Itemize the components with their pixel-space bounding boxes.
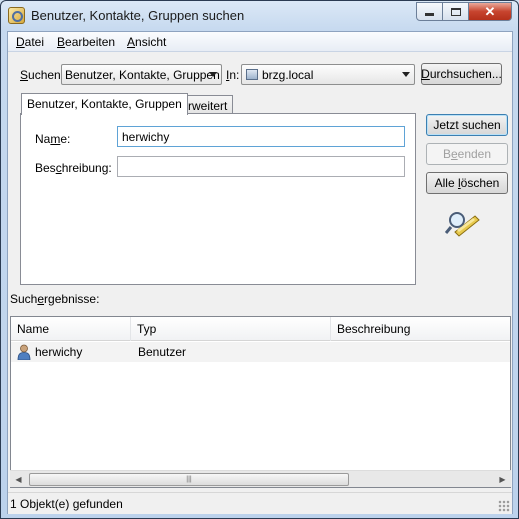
menu-ansicht-mnemonic: A <box>127 35 136 49</box>
name-label-part-2: e: <box>60 132 71 146</box>
maximize-button[interactable] <box>442 2 469 21</box>
scrollbar-thumb[interactable]: ||| <box>29 473 349 486</box>
minimize-icon <box>425 13 434 16</box>
title-bar[interactable]: Benutzer, Kontakte, Gruppen suchen ✕ <box>1 1 518 31</box>
menu-ansicht[interactable]: Ansicht <box>127 35 166 49</box>
column-header-description-label: Beschreibung <box>337 322 411 336</box>
domain-value: brzg.local <box>262 68 314 82</box>
menu-ansicht-label: nsicht <box>135 35 167 49</box>
column-header-description[interactable]: Beschreibung <box>331 317 510 341</box>
menu-datei[interactable]: Datei <box>16 35 44 49</box>
window-title: Benutzer, Kontakte, Gruppen suchen <box>31 8 245 23</box>
results-list[interactable]: Name Typ Beschreibung herwichy Benutzer <box>10 316 511 488</box>
close-button[interactable]: ✕ <box>468 2 512 21</box>
tab-panel: Name: Beschreibung: <box>20 113 416 285</box>
find-dialog-window: Benutzer, Kontakte, Gruppen suchen ✕ Dat… <box>0 0 519 519</box>
column-header-name[interactable]: Name <box>11 317 131 341</box>
scroll-left-arrow-icon[interactable]: ◀ <box>10 471 27 488</box>
results-label: Suchergebnisse: <box>10 292 99 306</box>
magnifier-search-icon <box>445 212 480 237</box>
row-type: Benutzer <box>138 345 187 359</box>
menu-bearbeiten[interactable]: Bearbeiten <box>57 35 115 49</box>
find-type-dropdown[interactable]: Benutzer, Kontakte, Gruppen <box>61 64 222 85</box>
search-now-button-label: Jetzt suchen <box>433 118 501 132</box>
table-row[interactable]: herwichy Benutzer <box>11 342 510 362</box>
user-icon <box>17 344 31 360</box>
horizontal-scrollbar[interactable]: ◀ ||| ▶ <box>10 470 511 487</box>
description-label: Beschreibung: <box>35 161 112 175</box>
menu-datei-label: atei <box>24 35 45 49</box>
name-label-part-1: Na <box>35 132 51 146</box>
browse-button-label: urchsuchen... <box>429 67 502 81</box>
in-label: In: <box>226 68 239 82</box>
status-text: 1 Objekt(e) gefunden <box>10 497 123 511</box>
scroll-right-arrow-icon[interactable]: ▶ <box>494 471 511 488</box>
find-type-value: Benutzer, Kontakte, Gruppen <box>65 68 220 82</box>
dialog-client-area: Datei Bearbeiten Ansicht Suchen: Benutze… <box>7 31 513 514</box>
resize-grip-icon[interactable] <box>498 500 510 512</box>
caption-buttons: ✕ <box>416 2 512 21</box>
description-input[interactable] <box>117 156 405 177</box>
menu-bearbeiten-mnemonic: B <box>57 35 66 49</box>
status-bar: 1 Objekt(e) gefunden <box>8 492 512 514</box>
results-label-part-1: Such <box>10 292 38 306</box>
find-type-label-mnemonic: S <box>20 68 29 82</box>
clear-all-button[interactable]: Alle l öschen <box>426 172 508 194</box>
minimize-button[interactable] <box>416 2 443 21</box>
results-column-header: Name Typ Beschreibung <box>11 317 510 341</box>
domain-dropdown[interactable]: brzg.local <box>241 64 415 85</box>
stop-button-label-1: B <box>442 147 451 161</box>
clear-all-button-label-1: Alle <box>434 176 458 190</box>
in-label-text: n: <box>229 68 240 82</box>
search-now-button[interactable]: Jetzt suchen <box>426 114 508 136</box>
stop-button-mnemonic: e <box>450 147 458 161</box>
chevron-down-icon <box>402 72 410 77</box>
stop-button[interactable]: Be enden <box>426 143 508 165</box>
row-name: herwichy <box>35 345 83 359</box>
description-label-part-1: Bes <box>35 161 56 175</box>
column-header-type[interactable]: Typ <box>131 317 331 341</box>
stop-button-label-2: enden <box>457 147 492 161</box>
name-label: Name: <box>35 132 70 146</box>
description-label-part-2: hreibung: <box>61 161 112 175</box>
tab-users-contacts-groups-label: Benutzer, Kontakte, Gruppen <box>27 97 182 111</box>
find-type-label-text: uchen: <box>28 68 65 82</box>
name-label-mnemonic: m <box>50 132 61 146</box>
menu-datei-mnemonic: D <box>16 35 25 49</box>
menu-bar: Datei Bearbeiten Ansicht <box>8 32 512 52</box>
find-people-icon <box>8 7 25 24</box>
browse-button-mnemonic: D <box>421 67 430 81</box>
domain-icon <box>246 69 258 80</box>
close-icon: ✕ <box>484 3 496 19</box>
column-header-name-label: Name <box>17 322 50 336</box>
results-label-part-2: rgebnisse: <box>44 292 100 306</box>
menu-bearbeiten-label: earbeiten <box>65 35 116 49</box>
browse-button[interactable]: Durchsuchen... <box>421 63 502 85</box>
find-type-label: Suchen: <box>20 68 64 82</box>
maximize-icon <box>450 7 461 16</box>
clear-all-button-label-2: öschen <box>460 176 500 190</box>
tab-users-contacts-groups[interactable]: Benutzer, Kontakte, Gruppen <box>21 93 188 115</box>
column-header-type-label: Typ <box>137 322 157 336</box>
chevron-down-icon <box>209 72 217 77</box>
name-input[interactable] <box>117 126 405 147</box>
